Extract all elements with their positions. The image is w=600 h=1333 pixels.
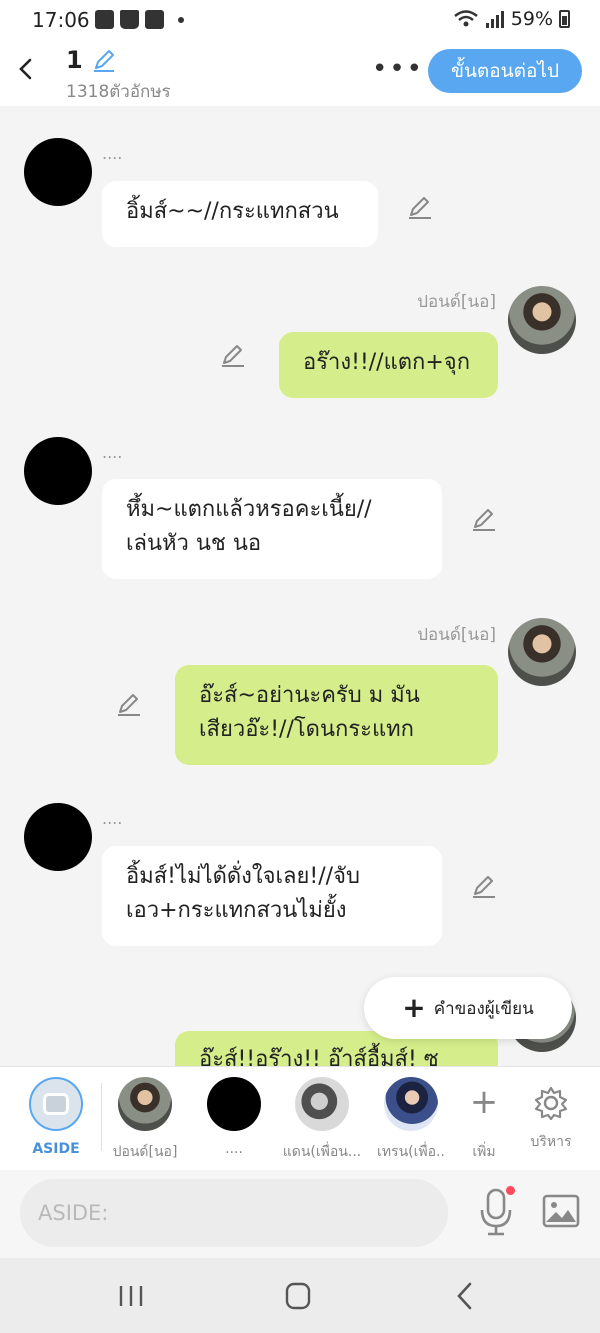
gallery-icon <box>95 10 114 29</box>
divider <box>101 1083 102 1151</box>
back-arrow-icon[interactable] <box>14 54 38 84</box>
message-text-line: เอว+กระแทกสวนไม่ยั้ง <box>126 898 347 923</box>
character-aside[interactable]: ASIDE <box>16 1077 96 1157</box>
avatar <box>207 1077 261 1131</box>
sender-name: ปอนด์[นอ] <box>417 292 496 312</box>
avatar <box>295 1077 349 1131</box>
home-icon[interactable] <box>278 1278 318 1314</box>
dot-icon <box>178 16 184 23</box>
message-text-line: อ๊ะส์~อย่านะครับ ม มัน <box>199 683 420 708</box>
recent-apps-icon[interactable] <box>111 1278 151 1314</box>
sender-name: .... <box>102 443 123 462</box>
message-text-line: อิ้มส์!ไม่ได้ดั่งใจเลย!//จับ <box>126 864 360 889</box>
chat-area[interactable]: .... อิ้มส์~~//กระแทกสวน ปอนด์[นอ] อร๊าง… <box>0 106 600 1066</box>
sender-name: .... <box>102 809 123 828</box>
character-train[interactable]: เทรน(เพื่อ.. <box>371 1077 451 1163</box>
message-bubble[interactable]: อร๊าง!!//แตก+จุก <box>279 332 498 398</box>
edit-message-icon[interactable] <box>470 506 498 534</box>
edit-message-icon[interactable] <box>406 194 434 222</box>
edit-message-icon[interactable] <box>470 873 498 901</box>
message-text: อร๊าง!!//แตก+จุก <box>303 350 471 375</box>
battery-icon <box>559 10 570 28</box>
message-bubble[interactable]: อ๊ะส์~อย่านะครับ ม มัน เสียวอ๊ะ!//โดนกระ… <box>175 665 498 765</box>
message-bubble[interactable]: อิ้มส์~~//กระแทกสวน <box>102 181 378 247</box>
message-text-line: เล่นหัว นช นอ <box>126 531 262 556</box>
more-options-icon[interactable]: ••• <box>372 54 424 84</box>
avatar <box>118 1077 172 1131</box>
edit-title-icon[interactable] <box>91 47 117 73</box>
avatar[interactable] <box>24 138 92 206</box>
page-title: 1 <box>66 46 83 74</box>
header: 1 1318ตัวอักษร ••• ขั้นตอนต่อไป <box>0 40 600 106</box>
character-pond[interactable]: ปอนด์[นอ] <box>105 1077 185 1163</box>
manage-characters-button[interactable]: บริหาร <box>511 1077 591 1153</box>
back-icon[interactable] <box>446 1278 486 1314</box>
recording-dot <box>506 1186 515 1195</box>
avatar[interactable] <box>508 618 576 686</box>
message-text-line: หึ้ม~แตกแล้วหรอคะเนี้ย// <box>126 497 372 522</box>
signal-icon <box>485 11 504 28</box>
avatar[interactable] <box>24 437 92 505</box>
message-bubble[interactable]: หึ้ม~แตกแล้วหรอคะเนี้ย// เล่นหัว นช นอ <box>102 479 442 579</box>
message-text-line: เสียวอ๊ะ!//โดนกระแทก <box>199 717 414 742</box>
character-bar: ASIDE ปอนด์[นอ] .... แดน(เพื่อน... เทรน(… <box>0 1066 600 1170</box>
char-count: 1318ตัวอักษร <box>66 82 171 102</box>
wifi-icon <box>453 10 478 27</box>
plus-icon: + <box>402 991 426 1024</box>
character-label: ASIDE <box>32 1141 80 1157</box>
character-dan[interactable]: แดน(เพื่อน... <box>282 1077 362 1163</box>
notification-icons <box>95 10 184 29</box>
message-text: อ๊ะส์!!อร๊าง!! อ๊าส์อื้มส์! ซ <box>199 1047 439 1066</box>
aside-input[interactable] <box>20 1179 448 1247</box>
status-right: 59% <box>453 8 570 30</box>
title-row[interactable]: 1 <box>66 46 117 74</box>
facebook-icon <box>145 10 164 29</box>
character-hidden[interactable]: .... <box>194 1077 274 1157</box>
input-row <box>0 1170 600 1258</box>
avatar[interactable] <box>508 286 576 354</box>
next-step-button[interactable]: ขั้นตอนต่อไป <box>428 49 582 93</box>
character-label: ปอนด์[นอ] <box>112 1144 178 1160</box>
system-nav-bar <box>0 1258 600 1333</box>
bag-icon <box>120 10 139 29</box>
battery-percent: 59% <box>510 8 553 30</box>
sender-name: .... <box>102 144 123 163</box>
sender-name: ปอนด์[นอ] <box>417 625 496 645</box>
character-label: แดน(เพื่อน... <box>282 1144 362 1160</box>
edit-message-icon[interactable] <box>219 342 247 370</box>
avatar[interactable] <box>24 803 92 871</box>
character-label: บริหาร <box>530 1134 572 1150</box>
message-bubble[interactable]: อิ้มส์!ไม่ได้ดั่งใจเลย!//จับ เอว+กระแทกส… <box>102 846 442 946</box>
writer-note-label: คำของผู้เขียน <box>433 998 534 1019</box>
image-icon[interactable] <box>542 1194 580 1228</box>
writer-note-button[interactable]: + คำของผู้เขียน <box>364 977 572 1039</box>
edit-message-icon[interactable] <box>115 691 143 719</box>
avatar <box>384 1077 438 1131</box>
status-time: 17:06 <box>32 8 90 32</box>
status-bar: 17:06 59% <box>0 0 600 40</box>
character-label: .... <box>225 1141 243 1157</box>
gear-icon <box>534 1086 568 1121</box>
aside-icon <box>29 1077 83 1131</box>
character-label: เทรน(เพื่อ.. <box>377 1144 445 1160</box>
message-text: อิ้มส์~~//กระแทกสวน <box>126 199 339 224</box>
